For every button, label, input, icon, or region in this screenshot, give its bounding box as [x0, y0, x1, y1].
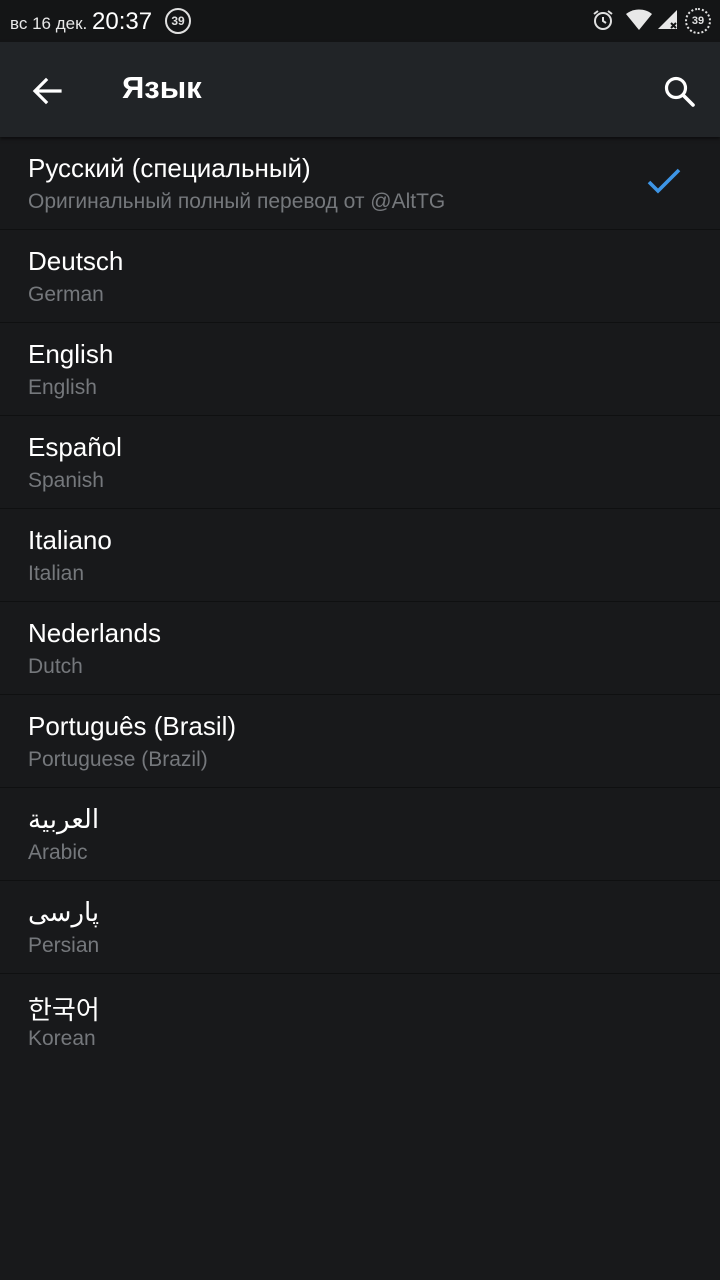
language-name: Nederlands	[28, 618, 161, 648]
language-item-arabic[interactable]: العربية Arabic	[0, 788, 720, 881]
language-name: Italiano	[28, 525, 112, 555]
status-time: 20:37	[92, 8, 153, 35]
language-item-english[interactable]: English English	[0, 323, 720, 416]
language-subtitle: English	[28, 376, 97, 399]
language-subtitle: Italian	[28, 562, 85, 585]
language-item-persian[interactable]: پارسی Persian	[0, 881, 720, 974]
back-button[interactable]	[20, 64, 74, 118]
language-name: Русский (специальный)	[28, 153, 311, 183]
language-name: پارسی	[28, 897, 100, 927]
app-bar: Язык	[0, 42, 720, 137]
wifi-icon	[626, 9, 652, 30]
search-button[interactable]	[652, 64, 706, 118]
language-subtitle: German	[28, 283, 104, 306]
language-item-russian-custom[interactable]: Русский (специальный) Оригинальный полны…	[0, 137, 720, 230]
language-item-deutsch[interactable]: Deutsch German	[0, 230, 720, 323]
battery-icon: 39	[685, 8, 711, 34]
arrow-left-icon	[32, 77, 62, 105]
alarm-icon	[593, 10, 613, 30]
language-subtitle: Dutch	[28, 655, 83, 678]
language-name: 한국어	[28, 995, 100, 1025]
language-subtitle: Spanish	[28, 469, 104, 492]
signal-icon	[658, 10, 677, 29]
language-item-korean[interactable]: 한국어 Korean	[0, 974, 720, 1066]
language-name: Português (Brasil)	[28, 711, 237, 741]
page-title: Язык	[122, 70, 202, 105]
language-item-italiano[interactable]: Italiano Italian	[0, 509, 720, 602]
language-name: Deutsch	[28, 246, 124, 276]
language-name: English	[28, 339, 114, 369]
language-subtitle: Persian	[28, 934, 100, 957]
language-subtitle: Korean	[28, 1027, 96, 1050]
notification-badge: 39	[165, 8, 191, 34]
language-name: Español	[28, 432, 122, 462]
status-bar: вс 16 дек. 20:37 39 39	[0, 0, 720, 42]
language-item-nederlands[interactable]: Nederlands Dutch	[0, 602, 720, 695]
language-name: العربية	[28, 804, 100, 834]
checkmark-icon	[647, 168, 681, 194]
language-item-espanol[interactable]: Español Spanish	[0, 416, 720, 509]
language-subtitle: Оригинальный полный перевод от @AltTG	[28, 190, 446, 213]
language-subtitle: Portuguese (Brazil)	[28, 748, 208, 771]
status-date: вс 16 дек.	[10, 14, 88, 33]
language-item-portugues-brasil[interactable]: Português (Brasil) Portuguese (Brazil)	[0, 695, 720, 788]
language-subtitle: Arabic	[28, 841, 88, 864]
search-icon	[664, 76, 695, 107]
language-list: Русский (специальный) Оригинальный полны…	[0, 137, 720, 1066]
